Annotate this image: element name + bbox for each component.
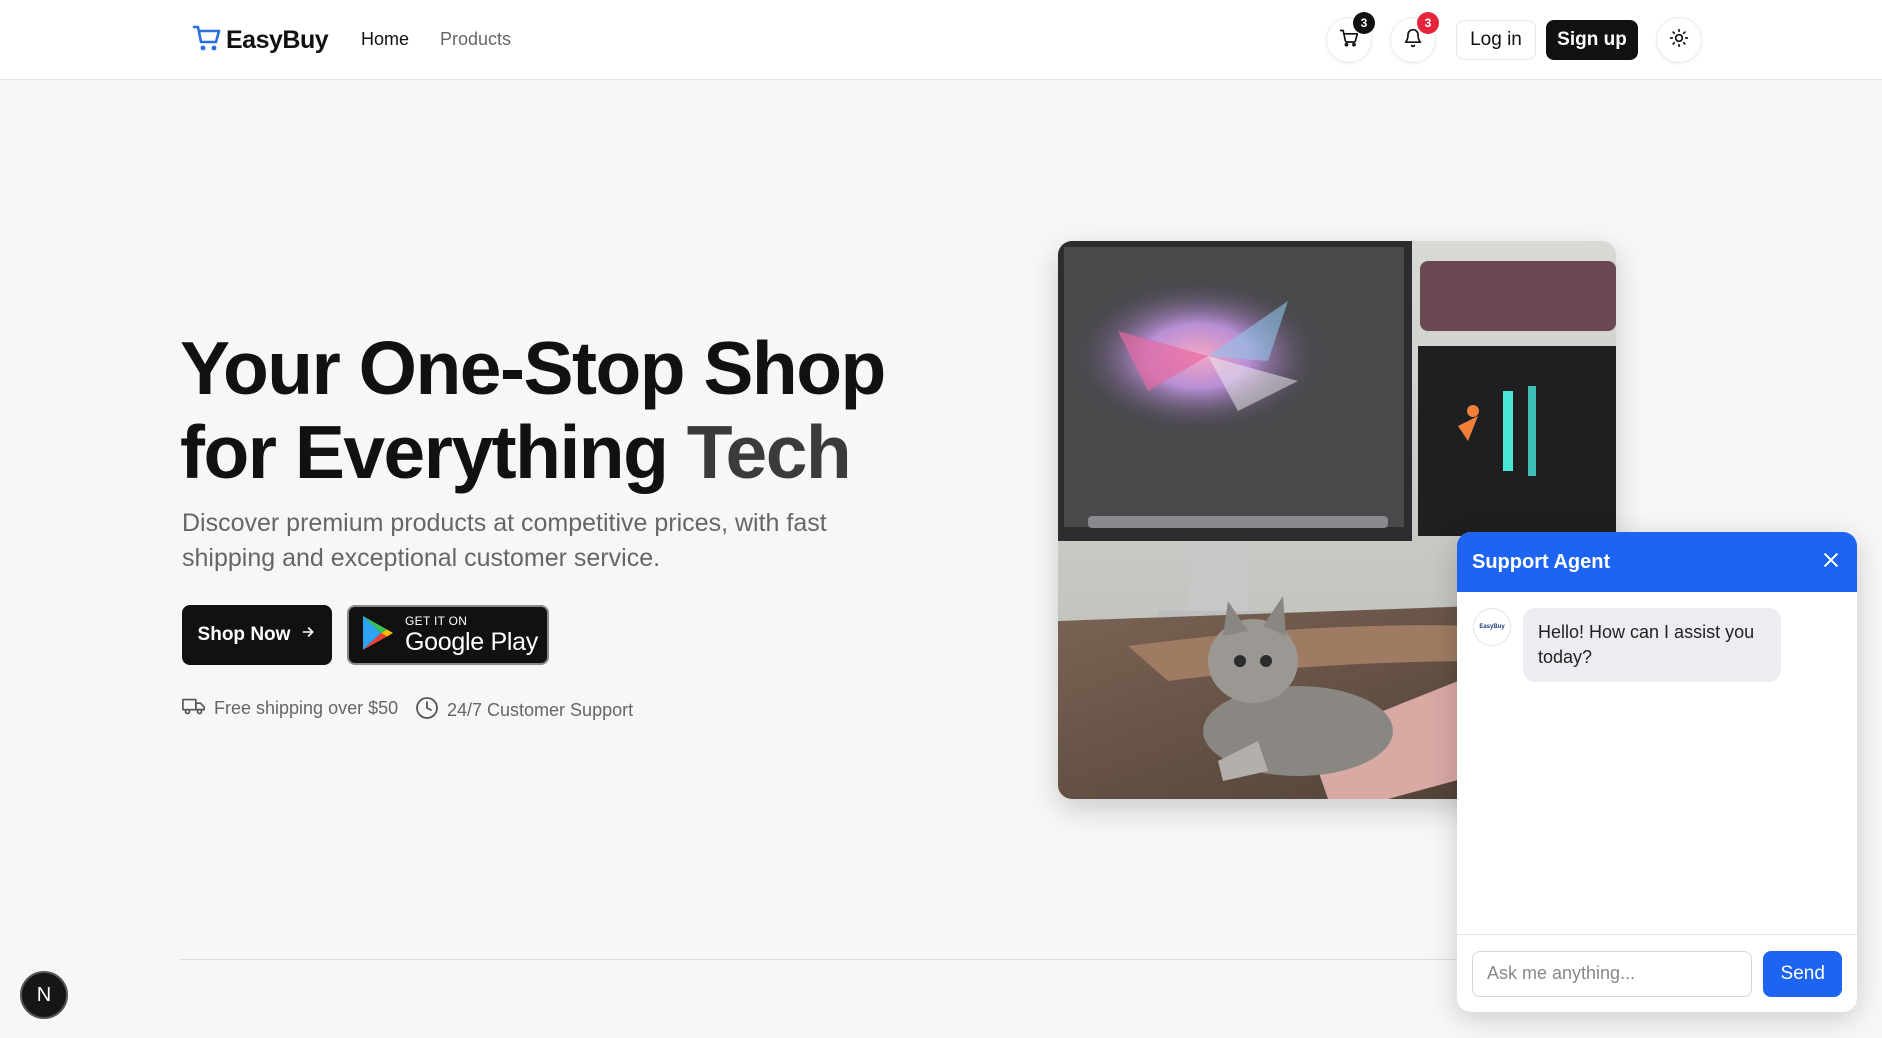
google-play-small-label: GET IT ON [405,613,468,628]
truck-icon [182,696,206,721]
hero-title-highlight: Tech [686,410,852,494]
chat-title: Support Agent [1472,550,1611,573]
notification-count-badge: 3 [1417,12,1439,34]
feature-shipping: Free shipping over $50 [182,696,398,721]
chat-bubble: Hello! How can I assist you today? [1523,608,1781,682]
section-divider [180,959,1480,960]
hero-title-line1: Your One-Stop Shop [180,326,886,410]
theme-toggle-button[interactable] [1656,17,1702,63]
cart-logo-icon [192,24,222,57]
close-icon[interactable] [1821,550,1841,575]
google-play-text: GET IT ON Google Play [405,613,538,656]
nav-products-link[interactable]: Products [440,29,511,50]
brand-name: EasyBuy [226,26,329,54]
feature-support-label: 24/7 Customer Support [447,700,634,720]
login-button[interactable]: Log in [1456,20,1536,60]
arrow-right-icon [300,624,316,646]
notifications-button[interactable]: 3 [1390,12,1439,63]
brand-logo[interactable]: EasyBuy [192,24,329,57]
feature-support: 24/7 Customer Support [415,696,633,725]
google-play-icon [361,614,395,657]
clock-icon [415,696,439,725]
chat-message: EasyBuy Hello! How can I assist you toda… [1473,608,1781,682]
hero-subtitle: Discover premium products at competitive… [182,509,827,572]
support-chat-widget: Support Agent EasyBuy Hello! How can I a… [1457,532,1857,1012]
hero-title: Your One-Stop Shop for Everything Tech [180,326,900,494]
feature-shipping-label: Free shipping over $50 [214,698,399,718]
google-play-big-label: Google Play [405,627,538,656]
sun-icon [1669,28,1689,53]
cart-count-badge: 3 [1353,12,1375,34]
hero-title-line2: for Everything [180,410,687,494]
agent-avatar: EasyBuy [1473,608,1511,646]
dev-tools-badge[interactable]: N [20,971,68,1019]
signup-button[interactable]: Sign up [1546,20,1638,60]
site-header: EasyBuy Home Products 3 3 Log in Sign up [0,0,1882,80]
send-button[interactable]: Send [1763,950,1842,997]
chat-input[interactable] [1472,950,1753,997]
chat-header: Support Agent [1457,532,1857,592]
chat-footer: Send [1457,934,1857,1012]
nav-home-link[interactable]: Home [361,29,409,50]
cart-button[interactable]: 3 [1326,12,1375,63]
shop-now-label: Shop Now [197,624,291,645]
google-play-button[interactable]: GET IT ON Google Play [347,605,549,665]
shop-now-button[interactable]: Shop Now [182,605,332,665]
